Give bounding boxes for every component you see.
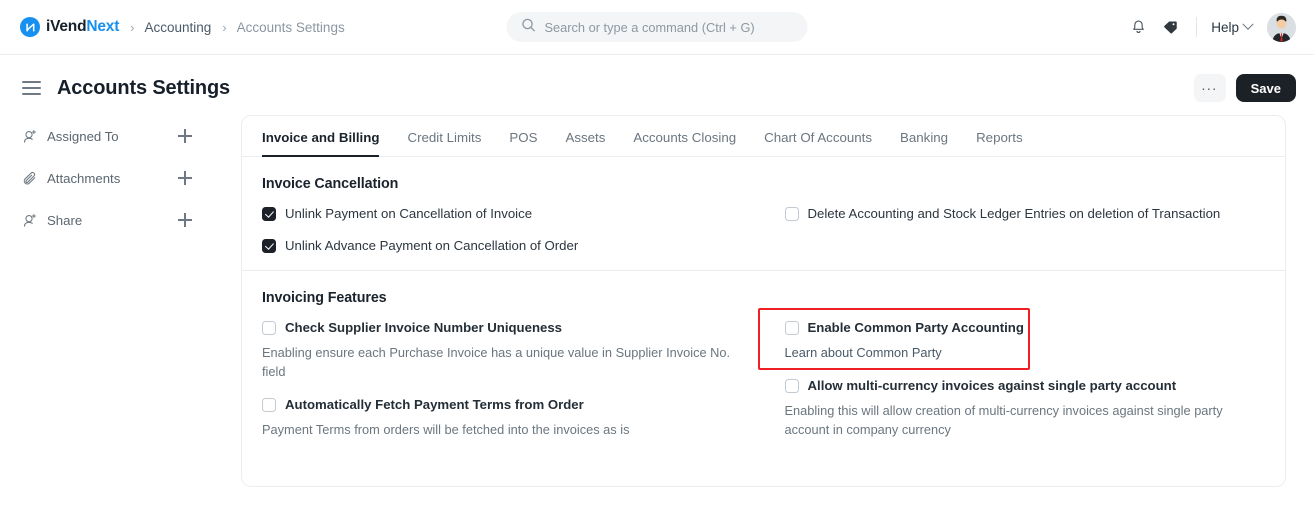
tab-bar: Invoice and Billing Credit Limits POS As… <box>242 116 1285 157</box>
checkbox-allow-multi-currency-invoices[interactable] <box>784 379 799 393</box>
field-help-text: Enabling this will allow creation of mul… <box>784 403 1223 437</box>
checkbox-unlink-payment-on-cancellation-of-invoice[interactable] <box>262 207 276 221</box>
hamburger-menu-icon[interactable] <box>22 81 41 95</box>
section-grid: Unlink Payment on Cancellation of Invoic… <box>262 206 1265 266</box>
checkbox-label: Check Supplier Invoice Number Uniqueness <box>285 320 563 335</box>
field-help-text: Payment Terms from orders will be fetche… <box>262 422 630 437</box>
sidebar-item-label: Share <box>47 212 83 228</box>
checkbox-label: Unlink Advance Payment on Cancellation o… <box>285 238 579 253</box>
page-body: Assigned To Attachments Share Invoice an… <box>0 104 1314 487</box>
plus-icon[interactable] <box>178 171 192 185</box>
field-help-text: Enabling ensure each Purchase Invoice ha… <box>262 345 731 379</box>
checkbox-label: Automatically Fetch Payment Terms from O… <box>285 397 584 412</box>
breadcrumb-separator-1: › <box>130 19 135 35</box>
checkbox-enable-common-party-accounting[interactable] <box>784 321 799 335</box>
checkbox-label: Enable Common Party Accounting <box>807 320 1024 335</box>
user-add-icon <box>22 128 38 144</box>
checkbox-row[interactable]: Check Supplier Invoice Number Uniqueness <box>262 320 740 336</box>
checkbox-delete-accounting-and-stock-ledger-entries[interactable] <box>784 207 799 221</box>
checkbox-row[interactable]: Automatically Fetch Payment Terms from O… <box>262 397 740 413</box>
sidebar-item-label: Assigned To <box>47 128 119 144</box>
checkbox-unlink-advance-payment-on-cancellation-of-order[interactable] <box>262 239 276 253</box>
tab-assets[interactable]: Assets <box>551 130 619 156</box>
search-icon <box>522 18 536 37</box>
tab-banking[interactable]: Banking <box>886 130 962 156</box>
field-unlink-advance-payment-on-cancellation-of-order: Unlink Advance Payment on Cancellation o… <box>262 238 740 254</box>
section-grid: Check Supplier Invoice Number Uniqueness… <box>262 308 1266 455</box>
field-automatically-fetch-payment-terms-from-order: Automatically Fetch Payment Terms from O… <box>262 397 740 439</box>
global-search-container <box>506 12 808 42</box>
section-column-left: Check Supplier Invoice Number Uniqueness… <box>262 320 764 455</box>
tag-icon[interactable] <box>1154 11 1186 43</box>
search-box[interactable] <box>506 12 808 42</box>
checkbox-row[interactable]: Enable Common Party Accounting <box>784 320 1266 336</box>
checkbox-label: Unlink Payment on Cancellation of Invoic… <box>285 206 533 221</box>
checkbox-label: Allow multi-currency invoices against si… <box>807 378 1177 393</box>
tab-reports[interactable]: Reports <box>962 130 1037 156</box>
breadcrumb-accounting[interactable]: Accounting <box>145 20 212 35</box>
checkbox-row[interactable]: Unlink Payment on Cancellation of Invoic… <box>262 206 740 222</box>
breadcrumb-separator-2: › <box>222 19 227 35</box>
page-header-actions: ... Save <box>1193 74 1296 102</box>
learn-about-common-party-link[interactable]: Learn about Common Party <box>785 343 1266 362</box>
field-unlink-payment-on-cancellation-of-invoice: Unlink Payment on Cancellation of Invoic… <box>262 206 740 222</box>
section-column-left: Unlink Payment on Cancellation of Invoic… <box>262 206 764 266</box>
help-menu[interactable]: Help <box>1209 16 1254 39</box>
section-title: Invoicing Features <box>262 290 387 306</box>
checkbox-check-supplier-invoice-number-uniqueness[interactable] <box>262 321 276 335</box>
field-enable-common-party-accounting: Enable Common Party Accounting Learn abo… <box>757 308 1266 370</box>
checkbox-label: Delete Accounting and Stock Ledger Entri… <box>807 206 1221 221</box>
tab-invoice-and-billing[interactable]: Invoice and Billing <box>262 130 393 157</box>
checkbox-automatically-fetch-payment-terms-from-order[interactable] <box>262 398 276 412</box>
brand-name-first: iVend <box>46 18 87 35</box>
tab-accounts-closing[interactable]: Accounts Closing <box>619 130 750 156</box>
left-sidebar: Assigned To Attachments Share <box>0 115 225 487</box>
save-button[interactable]: Save <box>1235 74 1296 102</box>
section-column-right: Enable Common Party Accounting Learn abo… <box>757 308 1266 455</box>
paperclip-icon <box>22 170 38 186</box>
checkbox-row[interactable]: Delete Accounting and Stock Ledger Entri… <box>784 206 1266 222</box>
page-header: Accounts Settings ... Save <box>0 55 1314 104</box>
navbar-divider <box>1196 17 1198 37</box>
brand-logo-link[interactable]: iVendNext <box>20 17 119 37</box>
plus-icon[interactable] <box>178 129 192 143</box>
settings-card: Invoice and Billing Credit Limits POS As… <box>241 115 1286 487</box>
tab-pos[interactable]: POS <box>495 130 551 156</box>
checkbox-row[interactable]: Unlink Advance Payment on Cancellation o… <box>262 238 740 254</box>
sidebar-item-label: Attachments <box>47 170 121 186</box>
sidebar-item-share[interactable]: Share <box>22 209 192 231</box>
section-column-right: Delete Accounting and Stock Ledger Entri… <box>764 206 1266 266</box>
breadcrumb-accounts-settings[interactable]: Accounts Settings <box>237 20 345 35</box>
tab-chart-of-accounts[interactable]: Chart Of Accounts <box>750 130 886 156</box>
checkbox-row[interactable]: Allow multi-currency invoices against si… <box>784 378 1266 394</box>
section-invoicing-features: Invoicing Features Check Supplier Invoic… <box>242 270 1285 459</box>
ivend-logo-icon <box>20 17 40 37</box>
tab-credit-limits[interactable]: Credit Limits <box>393 130 495 156</box>
user-avatar[interactable] <box>1267 12 1296 42</box>
help-label: Help <box>1211 19 1239 35</box>
more-options-button[interactable]: ... <box>1193 74 1226 102</box>
field-check-supplier-invoice-number-uniqueness: Check Supplier Invoice Number Uniqueness… <box>262 320 740 381</box>
navbar-actions: Help <box>1122 11 1296 43</box>
field-delete-accounting-and-stock-ledger-entries: Delete Accounting and Stock Ledger Entri… <box>784 206 1266 222</box>
user-add-icon <box>22 212 38 228</box>
brand-name: iVendNext <box>46 18 119 36</box>
chevron-down-icon <box>1242 18 1254 30</box>
brand-name-second: Next <box>86 18 120 35</box>
section-invoice-cancellation: Invoice Cancellation Unlink Payment on C… <box>242 157 1285 270</box>
sidebar-item-assigned-to[interactable]: Assigned To <box>22 125 192 147</box>
top-navbar: iVendNext › Accounting › Accounts Settin… <box>0 0 1314 55</box>
search-input[interactable] <box>544 19 793 35</box>
plus-icon[interactable] <box>178 213 192 227</box>
section-title: Invoice Cancellation <box>262 176 399 192</box>
page-title: Accounts Settings <box>57 76 231 99</box>
bell-icon[interactable] <box>1122 11 1154 43</box>
field-allow-multi-currency-invoices: Allow multi-currency invoices against si… <box>784 378 1266 439</box>
sidebar-item-attachments[interactable]: Attachments <box>22 167 192 189</box>
